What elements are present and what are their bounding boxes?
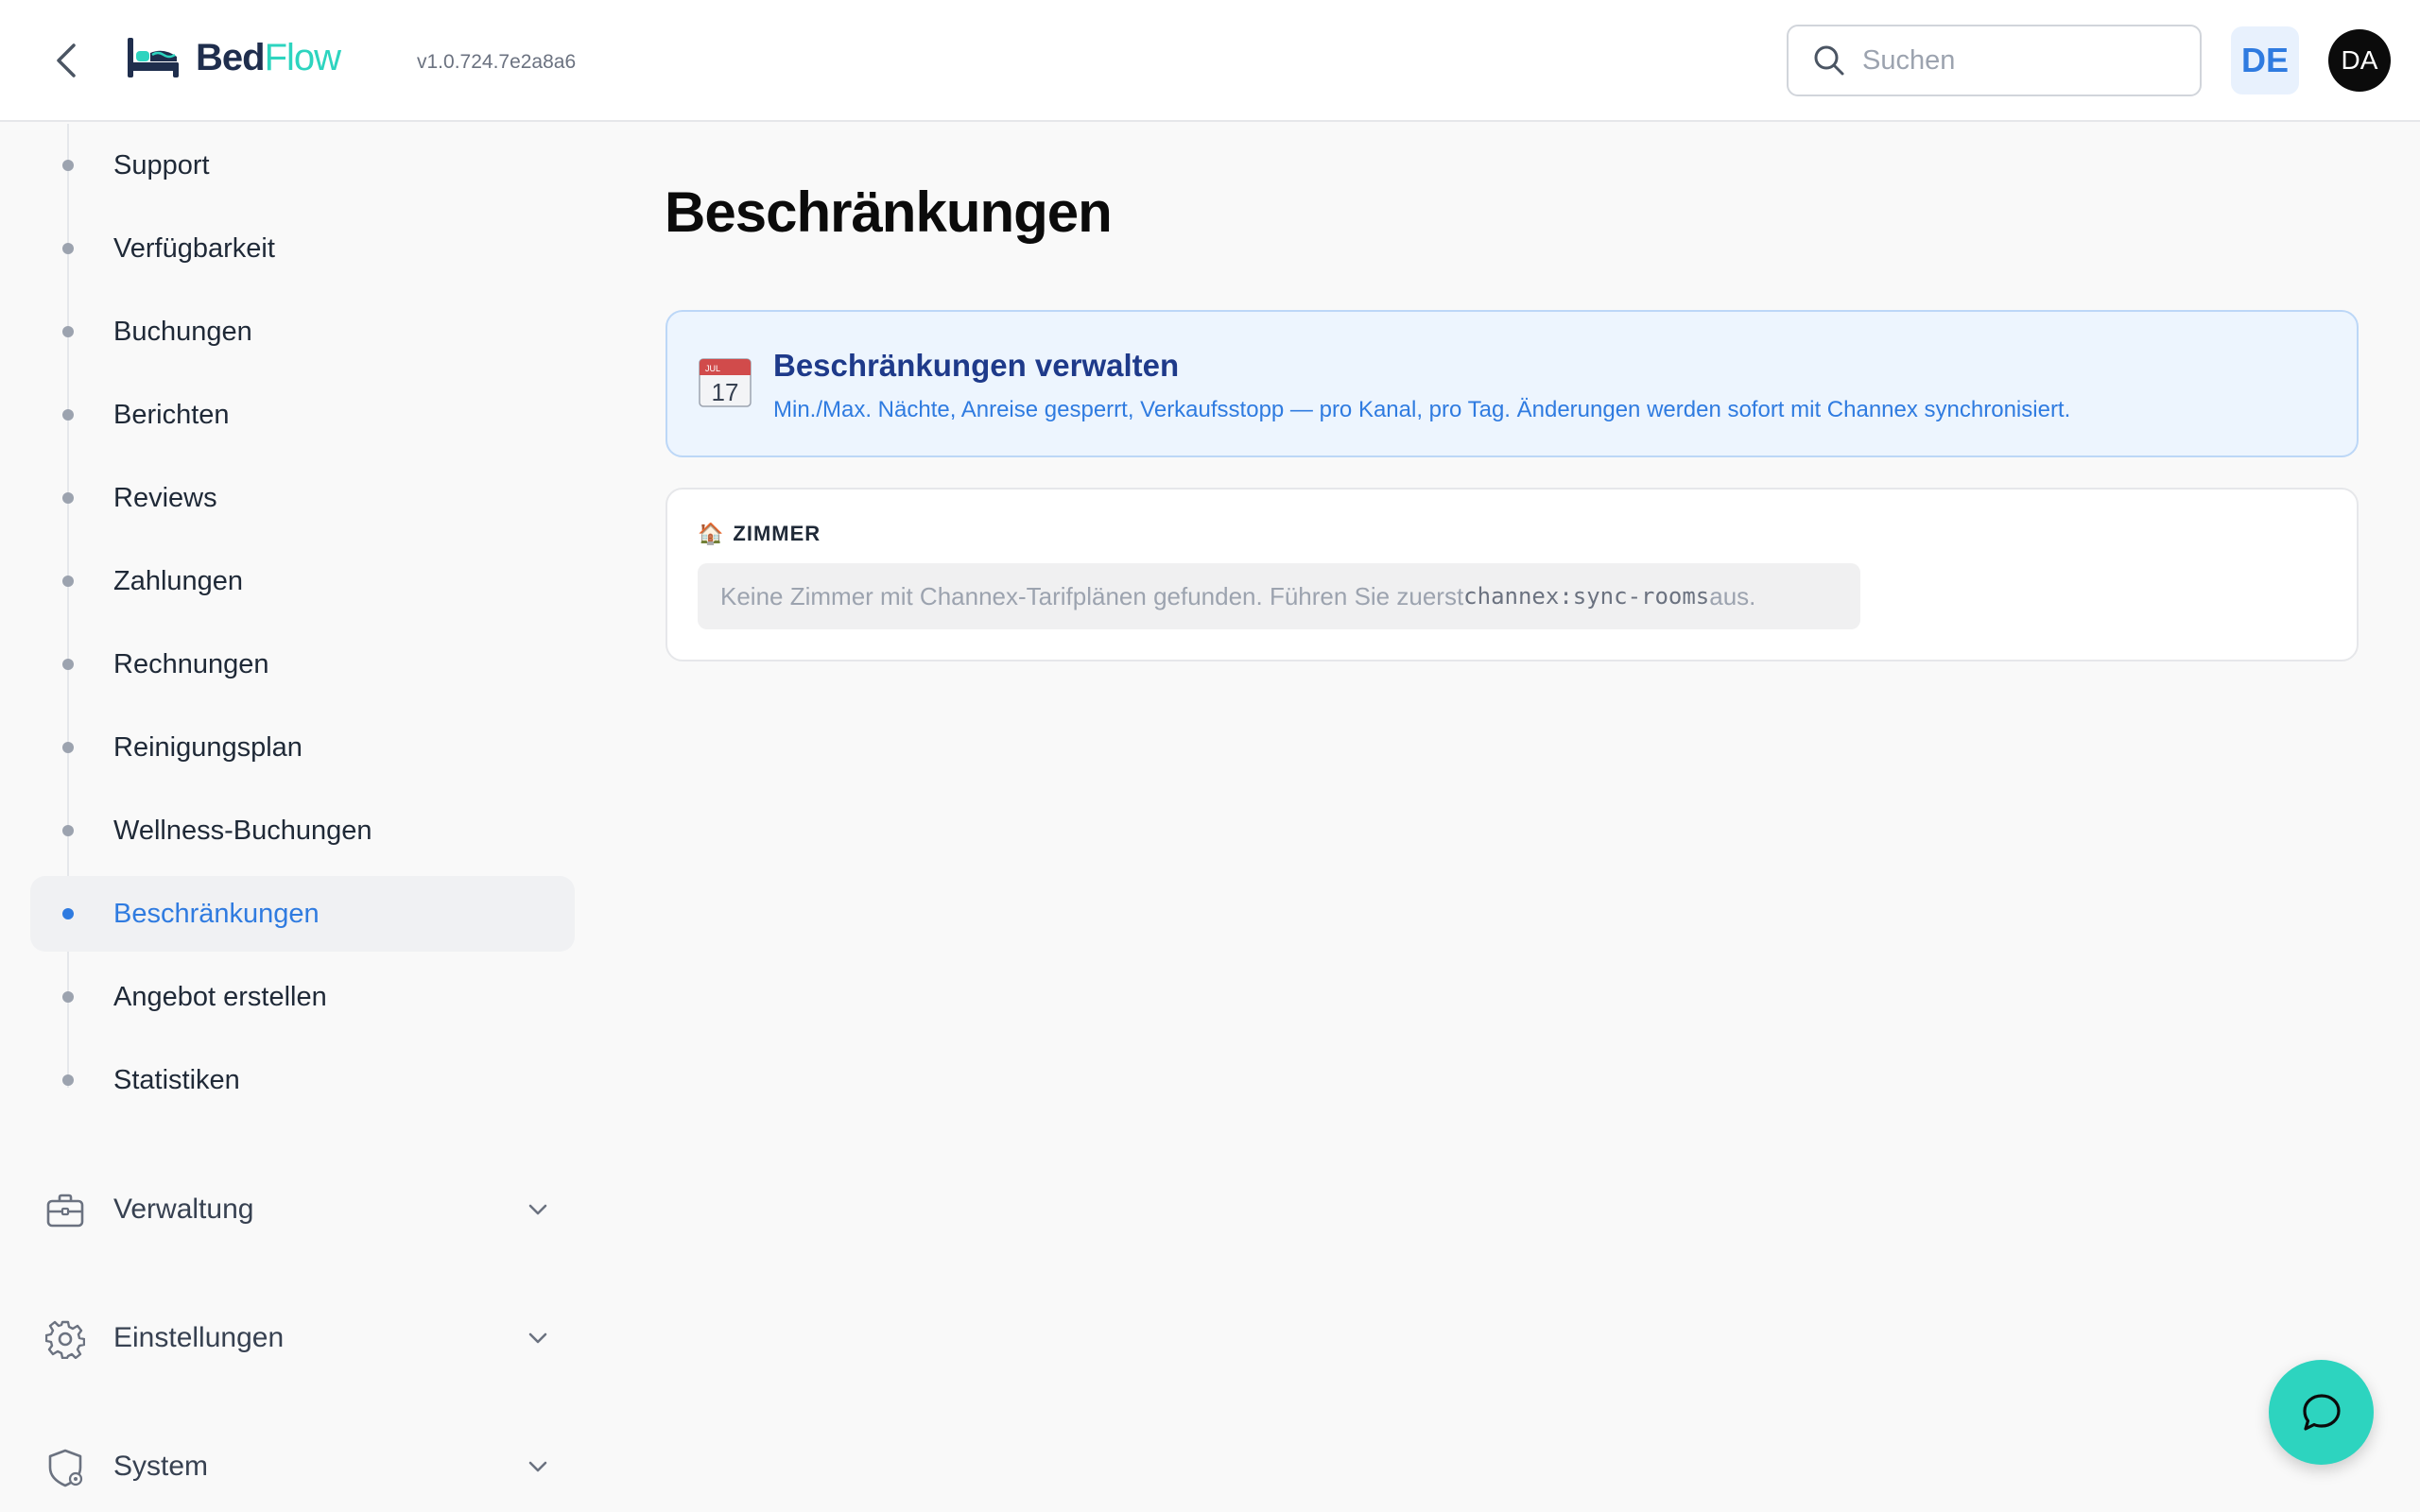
empty-message-text: Keine Zimmer mit Channex-Tarifplänen gef… — [720, 581, 1464, 610]
bed-icon — [128, 38, 179, 77]
briefcase-icon — [46, 1194, 84, 1228]
user-avatar[interactable]: DA — [2328, 29, 2391, 92]
empty-message-suffix: aus. — [1709, 581, 1756, 610]
sidebar-group-system[interactable]: System — [30, 1429, 575, 1504]
rooms-title: ZIMMER — [733, 522, 821, 545]
search-input[interactable] — [1862, 44, 2174, 77]
calendar-icon: JUL 17 — [699, 358, 752, 407]
chat-bubble-icon — [2302, 1393, 2341, 1431]
sidebar-item-label: Buchungen — [113, 316, 252, 347]
search-icon — [1814, 45, 1844, 76]
version-label: v1.0.724.7e2a8a6 — [417, 51, 577, 73]
page-title: Beschränkungen — [665, 180, 1113, 244]
bullet-dot — [62, 908, 74, 919]
sidebar-item-berichten[interactable]: Berichten — [30, 377, 575, 453]
sidebar-item-angebot-erstellen[interactable]: Angebot erstellen — [30, 959, 575, 1035]
bullet-dot — [62, 1074, 74, 1086]
bullet-dot — [62, 659, 74, 670]
chevron-down-icon — [528, 1461, 547, 1472]
bullet-dot — [62, 991, 74, 1003]
app-logo[interactable]: BedFlow — [126, 34, 341, 81]
sidebar-item-label: Reinigungsplan — [113, 731, 302, 763]
svg-text:17: 17 — [712, 378, 739, 406]
info-title: Beschränkungen verwalten — [773, 348, 1180, 383]
bullet-dot — [62, 742, 74, 753]
info-text: Min./Max. Nächte, Anreise gesperrt, Verk… — [773, 397, 2071, 422]
sidebar-item-label: Reviews — [113, 482, 217, 513]
chat-button[interactable] — [2269, 1360, 2374, 1465]
top-bar: BedFlow v1.0.724.7e2a8a6 DE DA — [0, 0, 2420, 122]
sidebar-item-zahlungen[interactable]: Zahlungen — [30, 543, 575, 619]
bullet-dot — [62, 576, 74, 587]
bullet-dot — [62, 243, 74, 254]
sidebar-item-reinigungsplan[interactable]: Reinigungsplan — [30, 710, 575, 785]
sidebar-item-label: Support — [113, 149, 210, 180]
sidebar-item-rechnungen[interactable]: Rechnungen — [30, 627, 575, 702]
bullet-dot — [62, 825, 74, 836]
sidebar-item-label: Wellness-Buchungen — [113, 815, 372, 846]
empty-message-code: channex:sync-rooms — [1463, 583, 1710, 610]
sidebar-item-beschraenkungen[interactable]: Beschränkungen — [30, 876, 575, 952]
sidebar-item-label: Statistiken — [113, 1064, 240, 1095]
bullet-dot — [62, 326, 74, 337]
info-banner: JUL 17 Beschränkungen verwalten Min./Max… — [666, 310, 2359, 457]
chevron-left-icon — [57, 43, 76, 77]
sidebar-group-verwaltung[interactable]: Verwaltung — [30, 1172, 575, 1247]
bullet-dot — [62, 492, 74, 504]
language-button[interactable]: DE — [2231, 26, 2299, 94]
sidebar-item-support[interactable]: Support — [30, 128, 575, 203]
sidebar-item-label: Zahlungen — [113, 565, 244, 596]
house-icon: 🏠 — [698, 522, 724, 545]
rooms-card: 🏠 ZIMMER Keine Zimmer mit Channex-Tarifp… — [666, 488, 2359, 662]
back-button[interactable] — [47, 38, 85, 83]
sidebar: Support Verfügbarkeit Buchungen Berichte… — [0, 124, 586, 1512]
sidebar-item-statistiken[interactable]: Statistiken — [30, 1042, 575, 1118]
svg-text:JUL: JUL — [705, 364, 720, 373]
sidebar-item-verfuegbarkeit[interactable]: Verfügbarkeit — [30, 211, 575, 286]
sidebar-item-label: Rechnungen — [113, 648, 269, 679]
sidebar-item-label: Angebot erstellen — [113, 981, 327, 1012]
sidebar-item-label: Berichten — [113, 399, 230, 430]
sidebar-item-reviews[interactable]: Reviews — [30, 460, 575, 536]
empty-state-message: Keine Zimmer mit Channex-Tarifplänen gef… — [698, 563, 1860, 629]
sidebar-group-einstellungen[interactable]: Einstellungen — [30, 1300, 575, 1376]
logo-text-flow: Flow — [264, 36, 341, 78]
sidebar-item-label: Verfügbarkeit — [113, 232, 275, 264]
bullet-dot — [62, 409, 74, 421]
sidebar-item-wellness-buchungen[interactable]: Wellness-Buchungen — [30, 793, 575, 868]
chevron-down-icon — [528, 1204, 547, 1215]
logo-wordmark: BedFlow — [196, 36, 341, 79]
bullet-dot — [62, 160, 74, 171]
sidebar-group-label: Verwaltung — [113, 1194, 254, 1225]
sidebar-group-label: Einstellungen — [113, 1322, 285, 1353]
sidebar-group-label: System — [113, 1451, 209, 1482]
sidebar-item-buchungen[interactable]: Buchungen — [30, 294, 575, 369]
logo-text-bed: Bed — [196, 36, 266, 78]
search-box[interactable] — [1787, 25, 2202, 96]
sidebar-item-label: Beschränkungen — [113, 898, 320, 929]
chevron-down-icon — [528, 1332, 547, 1344]
shield-gear-icon — [48, 1449, 83, 1487]
gear-icon — [45, 1320, 85, 1359]
rooms-header: 🏠 ZIMMER — [698, 522, 821, 546]
